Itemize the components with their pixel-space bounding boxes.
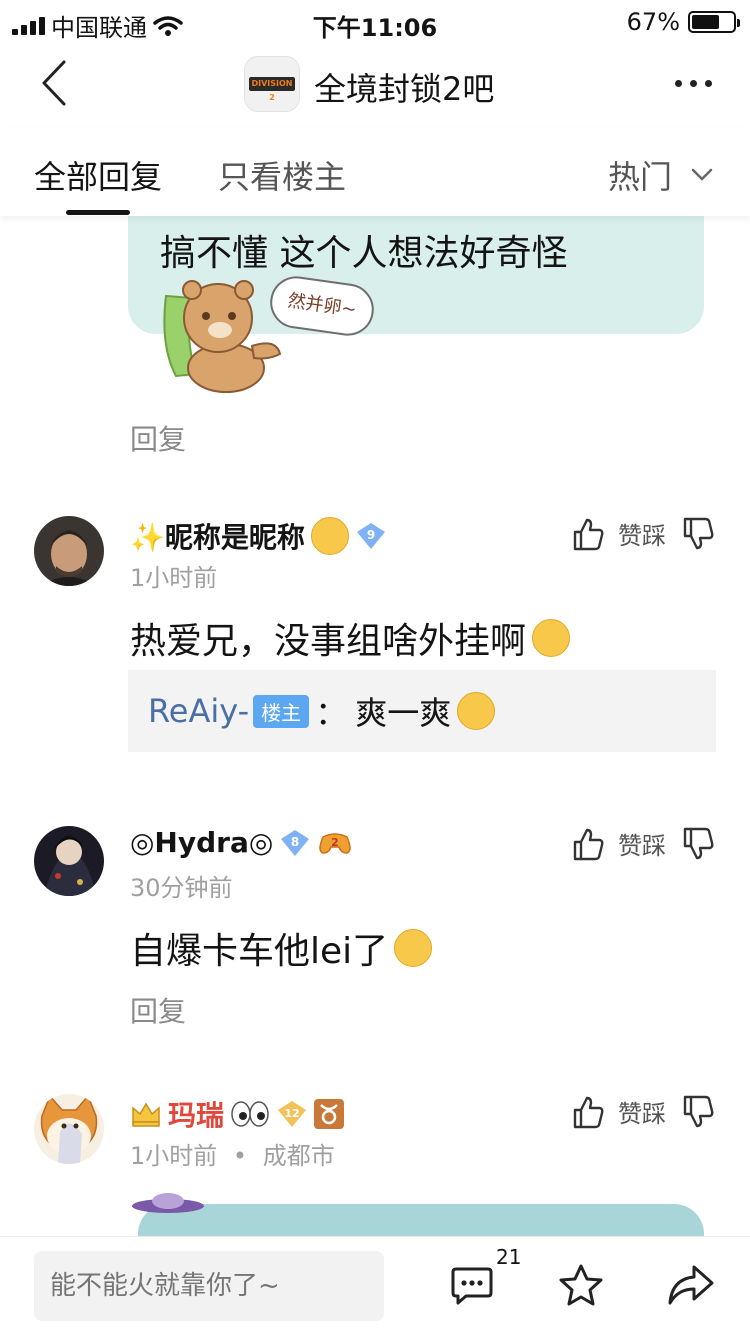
eyes-icon (231, 1101, 269, 1127)
sort-dropdown[interactable]: 热门 (608, 152, 714, 198)
avatar[interactable] (34, 1094, 104, 1164)
bottom-bar: 21 (0, 1236, 750, 1334)
reply-link[interactable]: 回复 (130, 990, 186, 1030)
forum-logo[interactable]: DIVISION 2 (244, 56, 300, 112)
comment-time: 30分钟前 (130, 874, 233, 902)
vote-actions: 赞踩 (572, 516, 714, 551)
vote-label: 赞踩 (618, 832, 666, 860)
battery-icon (688, 11, 740, 33)
owner-badge: 楼主 (253, 694, 310, 728)
ufo-sticker-icon (132, 1193, 204, 1213)
reply-link[interactable]: 回复 (130, 418, 186, 458)
tab-owner-only[interactable]: 只看楼主 (218, 152, 346, 198)
sub-reply-text: 爽一爽 (355, 694, 452, 732)
meta-separator: • (232, 1142, 248, 1170)
comment-item: ◎Hydra◎ 8 2 30分钟前 赞踩 自爆卡车他lei了 回复 (0, 826, 750, 1028)
comment-meta: 1小时前 • 成都市 (130, 1136, 335, 1171)
more-options-icon[interactable] (675, 80, 712, 87)
avatar[interactable] (34, 516, 104, 586)
sub-reply-author[interactable]: ReAiy- (148, 692, 249, 730)
comment-text: 热爱兄，没事组啥外挂啊 (130, 612, 571, 664)
tab-all-replies[interactable]: 全部回复 (34, 152, 162, 198)
level-badge-icon: 8 (281, 829, 310, 856)
comment-item: ✨昵称是昵称 9 1小时前 赞踩 热爱兄，没事组啥外挂啊 ReAiy- 楼主 ：… (0, 516, 750, 756)
status-bar: 中国联通 下午11:06 67% (0, 0, 750, 44)
flushed-face-icon (310, 517, 349, 555)
comment-location: 成都市 (262, 1142, 335, 1170)
game-controller-icon: 2 (319, 832, 352, 854)
forum-logo-text: DIVISION 2 (249, 77, 295, 102)
vote-label: 赞踩 (618, 1100, 666, 1128)
comment-icon[interactable] (450, 1263, 494, 1307)
star-icon[interactable] (558, 1263, 604, 1307)
comment-item: 玛瑞 12 1小时前 • 成都市 赞踩 (0, 1094, 750, 1214)
sub-reply[interactable]: ReAiy- 楼主 ： 爽一爽 (128, 670, 716, 752)
comment-input[interactable] (34, 1251, 384, 1321)
vote-label: 赞踩 (618, 522, 666, 550)
back-arrow-icon[interactable] (30, 58, 80, 108)
grin-face-icon (457, 692, 496, 730)
comment-image-card[interactable] (138, 1204, 704, 1236)
sort-label: 热门 (607, 158, 672, 196)
level-number: 8 (291, 835, 299, 849)
battery-percent: 67% (626, 8, 680, 36)
taurus-icon (314, 1099, 345, 1129)
nav-bar: DIVISION 2 全境封锁2吧 (0, 44, 750, 128)
username[interactable]: 玛瑞 12 (130, 1094, 345, 1134)
comment-text: 自爆卡车他lei了 (130, 922, 433, 974)
level-badge-icon: 9 (356, 523, 385, 549)
hug-face-icon (394, 929, 433, 967)
comment-time: 1小时前 (130, 564, 218, 592)
share-icon[interactable] (666, 1263, 716, 1307)
comment-time: 1小时前 (130, 1142, 218, 1170)
thumbs-up-icon[interactable] (572, 1095, 604, 1129)
avatar[interactable] (34, 826, 104, 896)
comment-list: 搞不懂 这个人想法好奇怪 然并卵~ 回复 ✨昵称是昵称 9 1小时前 赞踩 热爱… (0, 216, 750, 1236)
thumbs-down-icon[interactable] (682, 517, 714, 551)
active-tab-indicator (66, 210, 130, 215)
chevron-down-icon (691, 168, 713, 181)
thinking-face-icon (532, 619, 571, 657)
level-badge-icon: 12 (278, 1101, 307, 1127)
thumbs-down-icon[interactable] (682, 1095, 714, 1129)
username[interactable]: ✨昵称是昵称 9 (130, 516, 387, 556)
username[interactable]: ◎Hydra◎ 8 2 (130, 826, 353, 859)
thumbs-down-icon[interactable] (682, 827, 714, 861)
thumbs-up-icon[interactable] (572, 827, 604, 861)
vote-actions: 赞踩 (572, 1094, 714, 1129)
crown-icon (132, 1102, 160, 1127)
quoted-image-text: 搞不懂 这个人想法好奇怪 (160, 233, 568, 274)
comment-count: 21 (496, 1245, 522, 1269)
svg-text:2: 2 (331, 836, 339, 849)
vote-actions: 赞踩 (572, 826, 714, 861)
thumbs-up-icon[interactable] (572, 517, 604, 551)
level-number: 12 (284, 1107, 299, 1120)
reply-tabs: 全部回复 只看楼主 热门 (0, 128, 750, 216)
sub-reply-colon: ： (315, 694, 348, 732)
level-number: 9 (367, 528, 375, 542)
forum-title[interactable]: 全境封锁2吧 (314, 64, 494, 110)
